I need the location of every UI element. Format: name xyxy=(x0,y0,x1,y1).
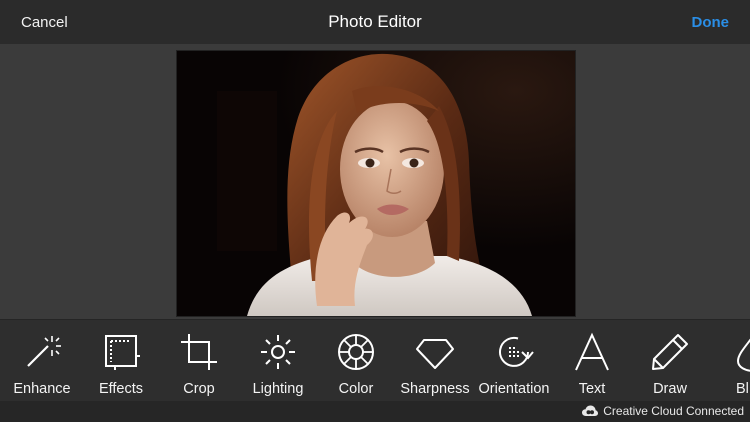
tool-enhance[interactable]: Enhance xyxy=(2,320,82,402)
tool-text[interactable]: Text xyxy=(554,320,630,402)
tool-color-label: Color xyxy=(338,381,374,397)
text-icon xyxy=(575,332,609,371)
done-button[interactable]: Done xyxy=(692,14,730,31)
tool-blur[interactable]: Bl xyxy=(712,320,750,402)
tool-sharpness[interactable]: Sharpness xyxy=(394,320,476,402)
page-title: Photo Editor xyxy=(328,12,422,31)
tool-lighting-label: Lighting xyxy=(252,381,304,397)
tool-effects[interactable]: Effects xyxy=(82,320,160,402)
portrait-image xyxy=(177,51,575,316)
tool-draw[interactable]: Draw xyxy=(632,320,708,402)
crop-icon xyxy=(181,334,217,370)
header-bar: Cancel Photo Editor Done xyxy=(0,0,750,44)
tool-orientation[interactable]: Orientation xyxy=(476,320,552,402)
rotate-icon xyxy=(499,336,534,367)
status-bar: Creative Cloud Connected xyxy=(0,401,750,422)
pencil-icon xyxy=(652,334,688,370)
film-frame-icon xyxy=(105,335,140,370)
cancel-button[interactable]: Cancel xyxy=(21,14,68,31)
tool-blur-label: Bl xyxy=(736,381,749,397)
tool-sharpness-label: Sharpness xyxy=(400,381,470,397)
sun-icon xyxy=(261,335,295,369)
photo-preview[interactable] xyxy=(176,50,576,317)
tool-text-label: Text xyxy=(578,381,606,397)
color-wheel-icon xyxy=(338,334,374,370)
tool-color[interactable]: Color xyxy=(318,320,394,402)
tool-crop[interactable]: Crop xyxy=(160,320,238,402)
tools-toolbar: Enhance Effects Crop Lighting Color Shar… xyxy=(0,319,750,402)
creative-cloud-status[interactable]: Creative Cloud Connected xyxy=(582,404,744,418)
creative-cloud-icon xyxy=(582,405,599,416)
tool-crop-label: Crop xyxy=(183,381,215,397)
diamond-icon xyxy=(416,339,454,369)
tool-draw-label: Draw xyxy=(653,381,687,397)
tool-lighting[interactable]: Lighting xyxy=(238,320,318,402)
creative-cloud-label: Creative Cloud Connected xyxy=(603,404,744,418)
tool-effects-label: Effects xyxy=(98,381,144,397)
tool-orientation-label: Orientation xyxy=(478,381,550,397)
drop-icon xyxy=(736,338,750,372)
magic-wand-icon xyxy=(27,336,61,367)
tool-enhance-label: Enhance xyxy=(13,381,71,397)
